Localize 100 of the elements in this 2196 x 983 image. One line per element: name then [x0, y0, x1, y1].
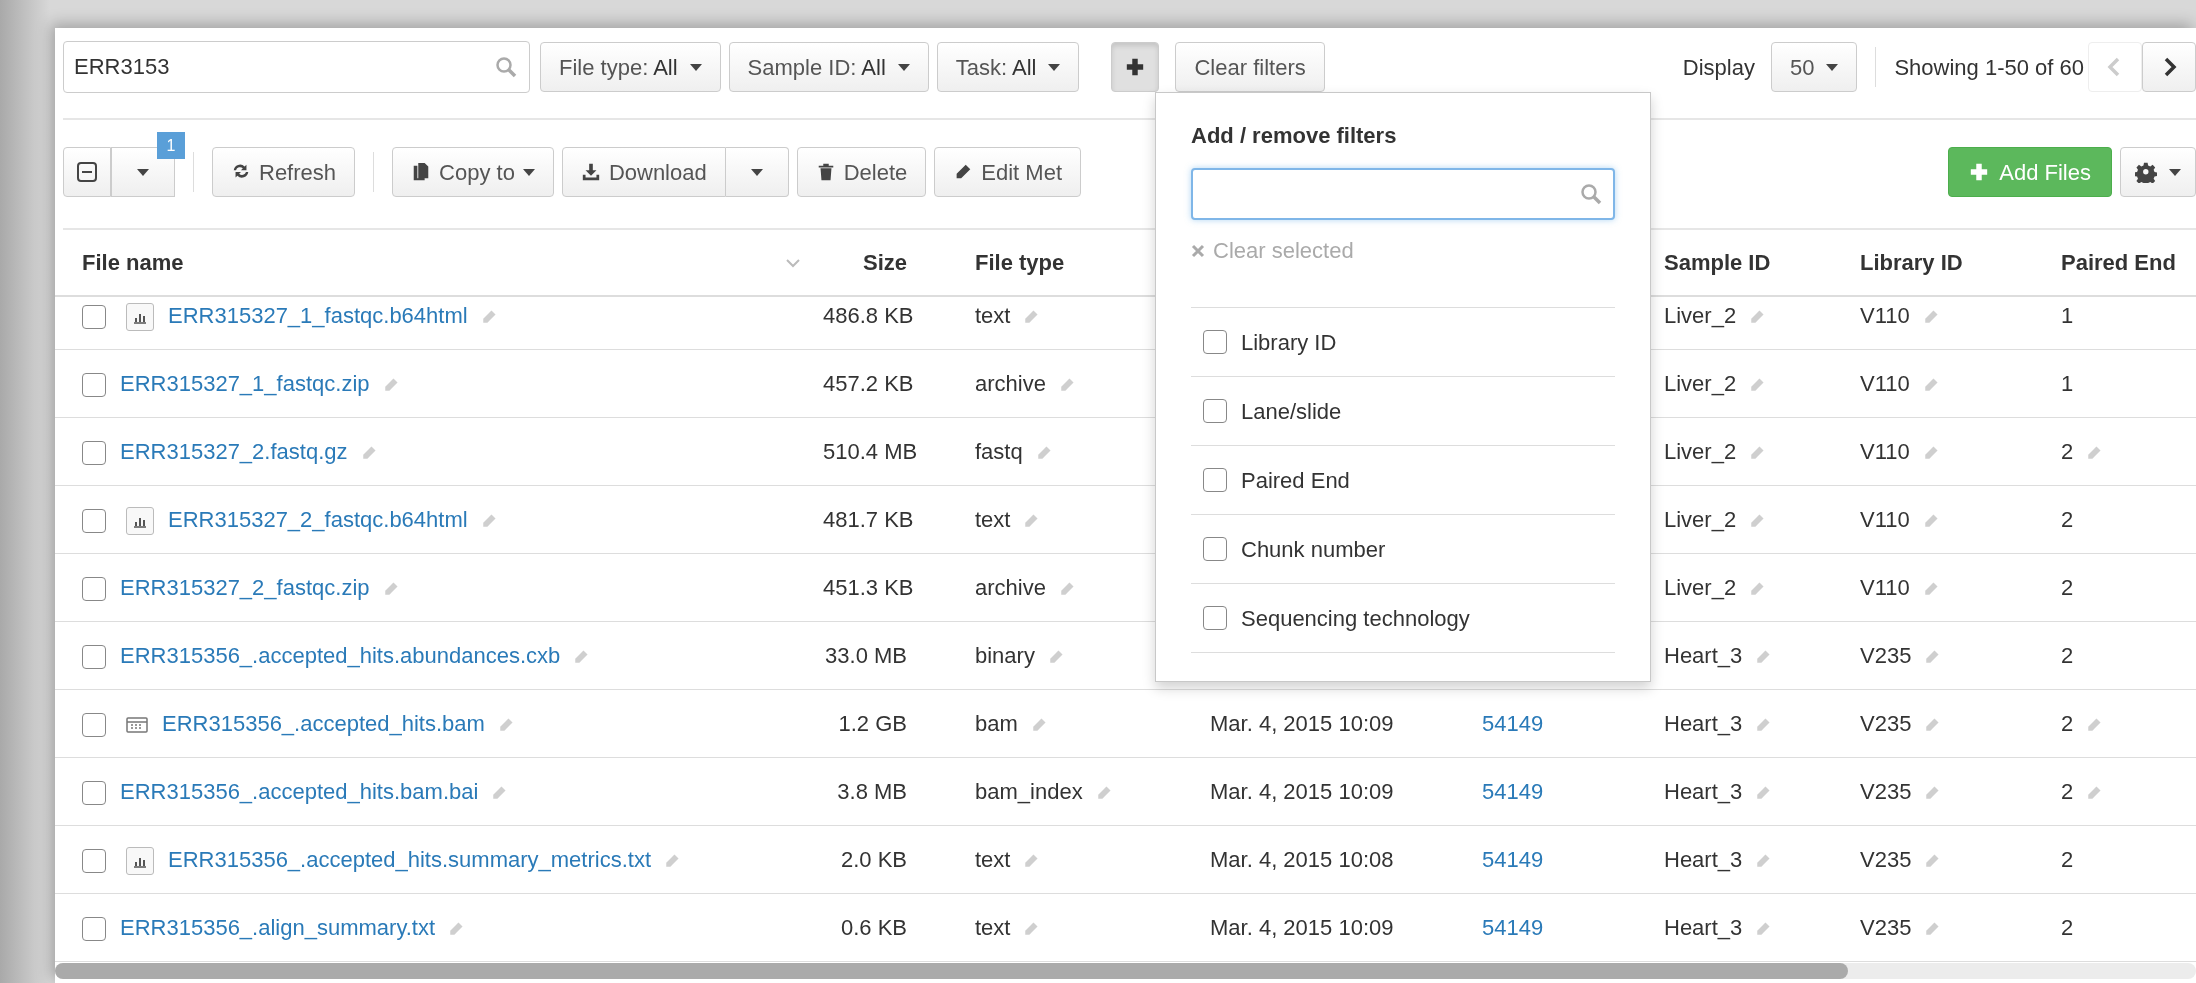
row-checkbox[interactable] — [82, 440, 106, 465]
file-link[interactable]: ERR315356_.accepted_hits.bam.bai — [120, 778, 479, 804]
column-header[interactable]: Library ID — [1860, 250, 1963, 275]
library-id: V110 — [1860, 506, 1910, 532]
paired-end-value: 2 — [2061, 846, 2074, 872]
pencil-icon — [1754, 919, 1773, 938]
next-page-button[interactable] — [2142, 42, 2196, 92]
sample-id: Heart_3 — [1664, 778, 1743, 804]
filter-dropdown[interactable]: Sample ID: All — [728, 42, 929, 92]
filter-option-label[interactable]: Lane/slide — [1241, 394, 1342, 428]
library-id: V110 — [1860, 574, 1910, 600]
row-checkbox[interactable] — [82, 644, 106, 669]
dropdown-toggle-button[interactable] — [725, 147, 789, 197]
filter-checkbox[interactable] — [1203, 537, 1227, 561]
settings-button[interactable] — [2120, 147, 2196, 197]
row-checkbox[interactable] — [82, 712, 106, 737]
file-link[interactable]: ERR315327_2.fastq.gz — [120, 438, 348, 464]
pencil-icon — [1748, 375, 1767, 394]
file-type: archive — [975, 574, 1046, 600]
file-type: text — [975, 914, 1011, 940]
caret-icon — [1826, 63, 1839, 71]
file-link[interactable]: ERR315327_2_fastqc.b64html — [168, 506, 468, 532]
filter-dropdown[interactable]: Task: All — [936, 42, 1080, 92]
action-button[interactable]: Copy to — [392, 147, 554, 197]
task-link[interactable]: 54149 — [1482, 710, 1544, 736]
row-checkbox[interactable] — [82, 576, 106, 601]
column-header[interactable]: Size — [862, 250, 907, 275]
library-id: V110 — [1860, 303, 1910, 328]
action-button[interactable]: Refresh — [212, 147, 356, 197]
action-button[interactable]: Download — [561, 147, 726, 197]
horizontal-scrollbar[interactable] — [55, 963, 2196, 979]
row-checkbox[interactable] — [82, 916, 106, 941]
date-text: Mar. 4, 2015 10:09 — [1210, 914, 1394, 940]
task-link[interactable]: 54149 — [1482, 778, 1544, 804]
file-link[interactable]: ERR315356_.accepted_hits.summary_metrics.txt — [168, 846, 651, 872]
filter-option-label[interactable]: Paired End — [1241, 463, 1350, 497]
column-header[interactable]: Paired End — [2061, 250, 2176, 275]
column-header[interactable]: Sample ID — [1664, 250, 1771, 275]
caret-icon — [897, 63, 910, 71]
file-link[interactable]: ERR315356_.accepted_hits.abundances.cxb — [120, 642, 561, 668]
sample-id: Liver_2 — [1664, 574, 1737, 600]
file-size: 451.3 KB — [823, 574, 914, 600]
pencil-icon — [1923, 783, 1942, 802]
filter-checkbox[interactable] — [1203, 606, 1227, 630]
action-button[interactable]: Delete — [796, 147, 927, 197]
row-checkbox[interactable] — [82, 372, 106, 397]
file-type: archive — [975, 370, 1046, 396]
filter-dropdown[interactable]: File type: All — [540, 42, 721, 92]
pencil-icon — [1748, 579, 1767, 598]
pencil-icon — [572, 647, 591, 666]
pencil-icon — [1022, 851, 1041, 870]
task-link[interactable]: 54149 — [1482, 914, 1544, 940]
page-size-dropdown[interactable]: 50 — [1770, 42, 1858, 92]
filter-option-label[interactable]: Sequencing technology — [1241, 601, 1470, 635]
library-id: V235 — [1860, 642, 1912, 668]
file-size: 510.4 MB — [823, 438, 918, 464]
library-id: V235 — [1860, 914, 1912, 940]
file-size: 3.8 MB — [837, 778, 907, 804]
row-checkbox[interactable] — [82, 848, 106, 873]
bar-chart-icon — [126, 506, 154, 535]
sample-id: Heart_3 — [1664, 710, 1743, 736]
filter-option-label[interactable]: Chunk number — [1241, 532, 1386, 566]
plus-icon — [1125, 57, 1146, 77]
row-checkbox[interactable] — [82, 780, 106, 805]
file-type: text — [975, 506, 1011, 532]
display-label: Display — [1682, 53, 1755, 82]
caret-icon — [522, 168, 535, 176]
file-link[interactable]: ERR315327_1_fastqc.b64html — [168, 303, 468, 328]
filter-checkbox[interactable] — [1203, 330, 1227, 354]
file-type: binary — [975, 642, 1035, 668]
file-link[interactable]: ERR315327_1_fastqc.zip — [120, 370, 370, 396]
filter-checkbox[interactable] — [1203, 468, 1227, 492]
clear-filters-button[interactable]: Clear filters — [1175, 42, 1325, 92]
selection-count-badge: 1 — [157, 132, 185, 159]
sample-id: Heart_3 — [1664, 846, 1743, 872]
date-text: Mar. 4, 2015 10:09 — [1210, 710, 1394, 736]
filter-search-field[interactable] — [1191, 168, 1615, 220]
add-filter-button[interactable] — [1111, 42, 1160, 92]
select-all-button[interactable] — [63, 147, 111, 197]
pencil-icon — [2085, 715, 2104, 734]
column-header[interactable]: File name — [82, 246, 184, 279]
task-link[interactable]: 54149 — [1482, 846, 1544, 872]
pencil-icon — [2085, 443, 2104, 462]
file-link[interactable]: ERR315327_2_fastqc.zip — [120, 574, 370, 600]
filter-checkbox[interactable] — [1203, 399, 1227, 423]
row-checkbox[interactable] — [82, 508, 106, 533]
search-field[interactable]: ERR3153 — [63, 41, 530, 93]
filter-option-label[interactable]: Library ID — [1241, 325, 1337, 359]
pencil-icon — [1748, 443, 1767, 462]
file-type: fastq — [975, 438, 1023, 464]
plus-icon — [1969, 162, 1990, 182]
column-header[interactable]: File type — [975, 250, 1065, 275]
library-id: V235 — [1860, 710, 1912, 736]
caret-icon — [689, 63, 702, 71]
minus-checkbox-icon — [76, 161, 98, 183]
action-button[interactable]: Edit Met — [934, 147, 1081, 197]
file-link[interactable]: ERR315356_.accepted_hits.bam — [162, 710, 485, 736]
file-link[interactable]: ERR315356_.align_summary.txt — [120, 914, 436, 940]
file-type: bam_index — [975, 778, 1083, 804]
row-checkbox[interactable] — [82, 305, 106, 330]
